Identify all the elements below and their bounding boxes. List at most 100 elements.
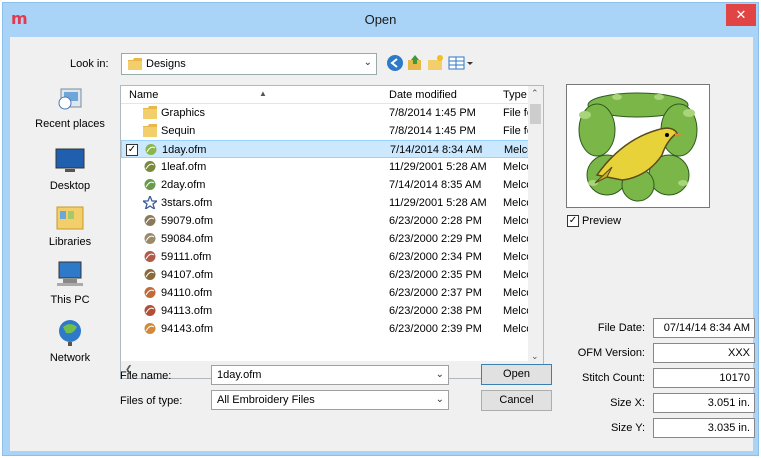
- scroll-up-icon[interactable]: ⌃: [531, 88, 539, 99]
- row-checkbox[interactable]: ✓: [126, 144, 138, 156]
- design-icon: [144, 215, 156, 226]
- file-name: 3stars.ofm: [161, 197, 213, 209]
- vertical-scrollbar[interactable]: ⌃ ⌄: [528, 86, 543, 362]
- chevron-down-icon: ⌄: [363, 57, 372, 68]
- place-label: Network: [49, 352, 91, 364]
- design-icon: [145, 144, 157, 155]
- file-row[interactable]: Sequin 7/8/2014 1:45 PM File fol: [121, 122, 535, 140]
- file-date: 7/14/2014 8:34 AM: [390, 144, 483, 156]
- size-x-field: 3.051 in.: [653, 393, 755, 413]
- recent-places-icon: [58, 88, 82, 110]
- design-icon: [144, 251, 156, 262]
- stitch-count-label: Stitch Count:: [582, 372, 645, 384]
- file-name: 2day.ofm: [161, 179, 206, 191]
- size-x-label: Size X:: [610, 397, 645, 409]
- stitch-count-field: 10170: [653, 368, 755, 388]
- column-header-name[interactable]: Name: [129, 89, 158, 101]
- design-icon: [144, 233, 156, 244]
- open-dialog: m Open ✕ Look in: Designs ⌄ Recent place…: [2, 2, 759, 456]
- new-folder-icon[interactable]: [426, 54, 444, 72]
- design-icon: [144, 269, 156, 280]
- file-row[interactable]: 59084.ofm 6/23/2000 2:29 PM Melco: [121, 230, 532, 248]
- this-pc-icon: [57, 261, 83, 286]
- file-name: 59079.ofm: [161, 215, 213, 227]
- design-icon: [144, 305, 156, 316]
- file-row[interactable]: 2day.ofm 7/14/2014 8:35 AM Melco: [121, 176, 532, 194]
- place-recent-places[interactable]: Recent places: [30, 83, 110, 130]
- up-folder-icon[interactable]: [406, 54, 424, 72]
- place-desktop[interactable]: Desktop: [30, 145, 110, 192]
- place-label: Desktop: [49, 180, 91, 192]
- lookin-value: Designs: [146, 58, 186, 70]
- size-y-label: Size Y:: [610, 422, 645, 434]
- ofm-version-label: OFM Version:: [577, 347, 645, 359]
- file-list[interactable]: ▲ Name Date modified Type Graphics 7/8/20…: [120, 85, 544, 379]
- file-date: 7/14/2014 8:35 AM: [389, 179, 482, 191]
- file-name: Graphics: [161, 107, 206, 119]
- window-title: Open: [364, 12, 397, 27]
- file-date: 6/23/2000 2:37 PM: [389, 287, 482, 299]
- list-header: ▲ Name Date modified Type: [121, 86, 531, 104]
- file-name: 94107.ofm: [161, 269, 213, 281]
- folder-icon: [143, 106, 157, 119]
- file-date: 7/8/2014 1:45 PM: [389, 107, 476, 119]
- view-menu-icon[interactable]: [447, 54, 475, 72]
- file-row[interactable]: ✓ 1day.ofm 7/14/2014 8:34 AM Melco: [121, 140, 533, 158]
- dialog-body: Look in: Designs ⌄ Recent places Desktop…: [10, 37, 755, 451]
- design-icon: [144, 179, 156, 190]
- filetype-select[interactable]: All Embroidery Files ⌄: [211, 390, 449, 410]
- design-preview: [566, 84, 710, 208]
- bird-design-image: [578, 92, 698, 202]
- file-row[interactable]: 59079.ofm 6/23/2000 2:28 PM Melco: [121, 212, 532, 230]
- cancel-button[interactable]: Cancel: [481, 390, 552, 411]
- file-row[interactable]: 3stars.ofm 11/29/2001 5:28 AM Melco: [121, 194, 532, 212]
- file-name: 59111.ofm: [161, 251, 212, 263]
- design-icon: [144, 287, 156, 298]
- file-row[interactable]: 94110.ofm 6/23/2000 2:37 PM Melco: [121, 284, 532, 302]
- file-row[interactable]: Graphics 7/8/2014 1:45 PM File fol: [121, 104, 535, 122]
- file-row[interactable]: 94107.ofm 6/23/2000 2:35 PM Melco: [121, 266, 532, 284]
- file-date: 6/23/2000 2:29 PM: [389, 233, 482, 245]
- back-icon[interactable]: [386, 54, 404, 72]
- file-row[interactable]: 1leaf.ofm 11/29/2001 5:28 AM Melco: [121, 158, 532, 176]
- size-y-field: 3.035 in.: [653, 418, 755, 438]
- scrollbar-thumb[interactable]: [530, 104, 541, 124]
- checkmark-icon[interactable]: ✓: [567, 215, 579, 227]
- file-row[interactable]: 94113.ofm 6/23/2000 2:38 PM Melco: [121, 302, 532, 320]
- libraries-icon: [56, 206, 84, 230]
- file-date: 6/23/2000 2:34 PM: [389, 251, 482, 263]
- file-name: 94113.ofm: [161, 305, 213, 317]
- file-date: 6/23/2000 2:38 PM: [389, 305, 482, 317]
- file-name: 59084.ofm: [161, 233, 213, 245]
- file-row[interactable]: 59111.ofm 6/23/2000 2:34 PM Melco: [121, 248, 532, 266]
- network-icon: [59, 320, 81, 346]
- design-icon: [144, 161, 156, 172]
- file-date: 6/23/2000 2:39 PM: [389, 323, 482, 335]
- open-button[interactable]: Open: [481, 364, 552, 385]
- file-date: 6/23/2000 2:35 PM: [389, 269, 482, 281]
- place-network[interactable]: Network: [30, 317, 110, 364]
- place-this-pc[interactable]: This PC: [30, 259, 110, 306]
- place-label: This PC: [50, 294, 90, 306]
- file-name: 94110.ofm: [161, 287, 213, 299]
- ofm-version-field: XXX: [653, 343, 755, 363]
- close-button[interactable]: ✕: [726, 4, 756, 26]
- filetype-value: All Embroidery Files: [217, 394, 315, 406]
- column-header-type[interactable]: Type: [503, 89, 527, 101]
- file-row[interactable]: 94143.ofm 6/23/2000 2:39 PM Melco: [121, 320, 532, 338]
- chevron-down-icon[interactable]: ⌄: [436, 369, 444, 380]
- design-icon: [144, 323, 156, 334]
- lookin-dropdown[interactable]: Designs ⌄: [121, 53, 377, 75]
- title-bar: m Open ✕: [3, 3, 758, 37]
- filename-input[interactable]: 1day.ofm ⌄: [211, 365, 449, 385]
- place-libraries[interactable]: Libraries: [30, 201, 110, 248]
- desktop-icon: [55, 148, 85, 172]
- filename-value: 1day.ofm: [217, 369, 262, 381]
- file-name: 94143.ofm: [161, 323, 213, 335]
- file-name: 1leaf.ofm: [161, 161, 207, 173]
- file-date: 7/8/2014 1:45 PM: [389, 125, 476, 137]
- column-header-date[interactable]: Date modified: [389, 89, 457, 101]
- filename-label: File name:: [120, 370, 172, 382]
- places-bar: Recent places Desktop Libraries This PC …: [30, 83, 110, 383]
- preview-label: Preview: [582, 215, 622, 227]
